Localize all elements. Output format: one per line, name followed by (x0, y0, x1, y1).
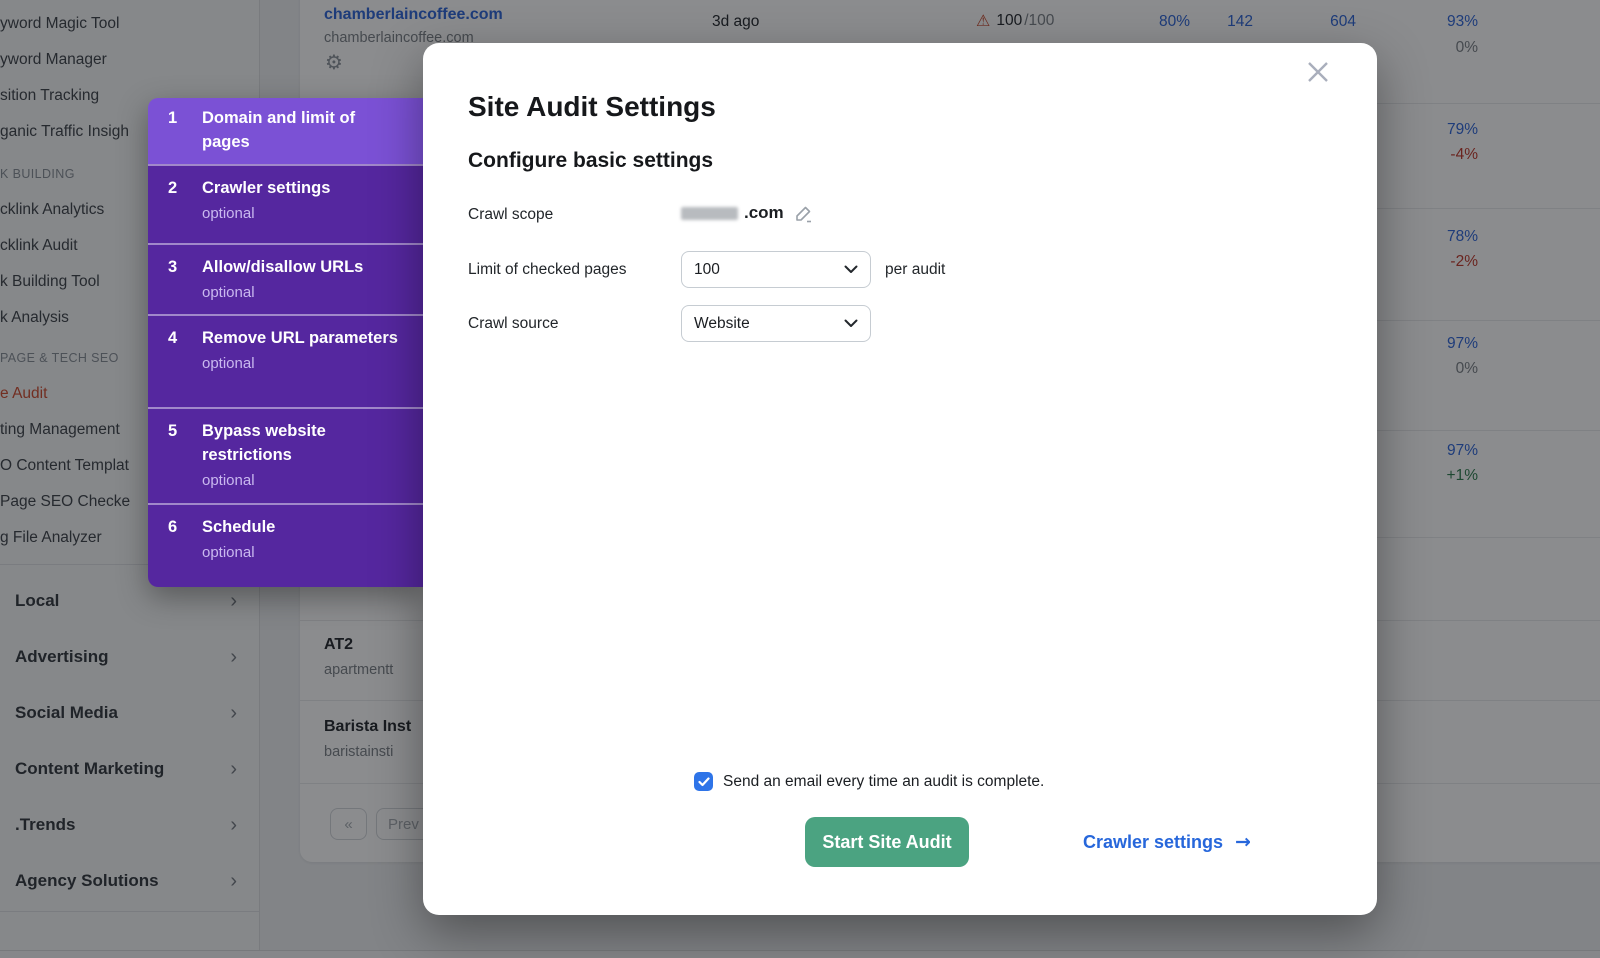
step-optional-label: optional (202, 542, 411, 564)
modal-title: Site Audit Settings (468, 91, 716, 123)
step-title: Schedule (202, 515, 399, 539)
crawl-scope-label: Crawl scope (468, 206, 553, 224)
crawl-source-select[interactable]: Website (681, 305, 871, 342)
step-optional-label: optional (202, 353, 411, 375)
step-title: Domain and limit of pages (202, 106, 399, 154)
wizard-step-crawler-settings[interactable]: 2 Crawler settings optional (148, 164, 423, 243)
step-number: 1 (168, 106, 177, 130)
crawl-scope-value: .com (681, 203, 813, 223)
chevron-down-icon (844, 319, 858, 328)
site-audit-settings-modal: Site Audit Settings Configure basic sett… (423, 43, 1377, 915)
per-audit-label: per audit (885, 261, 945, 279)
select-value: 100 (694, 261, 844, 279)
wizard-step-allow-disallow-urls[interactable]: 3 Allow/disallow URLs optional (148, 243, 423, 314)
crawler-settings-link[interactable]: Crawler settings → (1083, 817, 1251, 867)
limit-of-checked-pages-label: Limit of checked pages (468, 261, 627, 279)
step-number: 6 (168, 515, 177, 539)
wizard-step-remove-url-parameters[interactable]: 4 Remove URL parameters optional (148, 314, 423, 407)
email-checkbox-label: Send an email every time an audit is com… (723, 773, 1044, 791)
crawl-scope-domain-redacted (681, 207, 738, 220)
chevron-down-icon (844, 265, 858, 274)
step-title: Bypass website restrictions (202, 419, 399, 467)
start-site-audit-button[interactable]: Start Site Audit (805, 817, 969, 867)
step-number: 4 (168, 326, 177, 350)
step-optional-label: optional (202, 282, 411, 304)
email-checkbox[interactable] (694, 772, 713, 791)
arrow-right-icon: → (1235, 831, 1251, 853)
crawl-scope-domain-suffix: .com (744, 203, 784, 223)
step-title: Allow/disallow URLs (202, 255, 399, 279)
select-value: Website (694, 315, 844, 333)
crawler-settings-link-label: Crawler settings (1083, 832, 1223, 853)
modal-subtitle: Configure basic settings (468, 149, 713, 173)
crawl-source-label: Crawl source (468, 315, 558, 333)
close-icon[interactable] (1306, 60, 1330, 84)
step-optional-label: optional (202, 203, 411, 225)
email-notification-row: Send an email every time an audit is com… (694, 772, 1044, 791)
wizard-step-schedule[interactable]: 6 Schedule optional (148, 503, 423, 587)
step-number: 3 (168, 255, 177, 279)
wizard-step-bypass-website-restrictions[interactable]: 5 Bypass website restrictions optional (148, 407, 423, 503)
screen: yword Magic Tool yword Manager sition Tr… (0, 0, 1600, 958)
limit-of-checked-pages-select[interactable]: 100 (681, 251, 871, 288)
edit-pencil-icon[interactable] (794, 204, 813, 223)
step-title: Remove URL parameters (202, 326, 399, 350)
site-audit-settings-wizard-steps: 1 Domain and limit of pages 2 Crawler se… (148, 98, 423, 587)
step-title: Crawler settings (202, 176, 399, 200)
checkmark-icon (698, 777, 710, 787)
wizard-step-domain-and-limit[interactable]: 1 Domain and limit of pages (148, 98, 423, 164)
step-number: 5 (168, 419, 177, 443)
step-optional-label: optional (202, 470, 411, 492)
step-number: 2 (168, 176, 177, 200)
